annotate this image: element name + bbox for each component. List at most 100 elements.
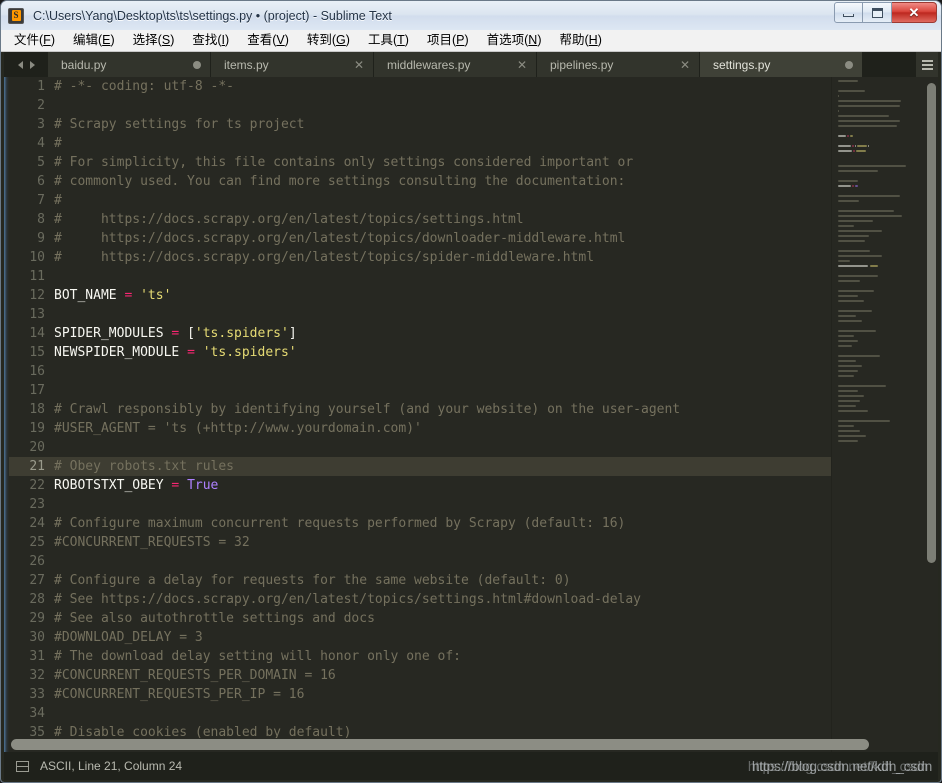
code-line[interactable]: 2: [9, 96, 831, 115]
tab-nav-arrows[interactable]: [4, 52, 48, 77]
code-line[interactable]: 15 NEWSPIDER_MODULE = 'ts.spiders': [9, 343, 831, 362]
close-icon: ✕: [908, 5, 920, 20]
code-line[interactable]: 19 #USER_AGENT = 'ts (+http://www.yourdom…: [9, 419, 831, 438]
status-text: ASCII, Line 21, Column 24: [40, 759, 183, 773]
line-number: 24: [29, 516, 45, 531]
tab-middlewares-py[interactable]: middlewares.py ✕: [374, 52, 537, 77]
code-line[interactable]: 11: [9, 267, 831, 286]
menu-item-1[interactable]: 文件(F): [5, 32, 64, 50]
menu-item-6[interactable]: 转到(G): [298, 32, 359, 50]
code-line[interactable]: 23: [9, 495, 831, 514]
menu-item-5[interactable]: 查看(V): [238, 32, 298, 50]
code-text: # For simplicity, this file contains onl…: [54, 155, 634, 170]
tab-close-icon[interactable]: ✕: [354, 59, 364, 71]
code-text: #CONCURRENT_REQUESTS_PER_IP = 16: [54, 687, 305, 702]
code-line[interactable]: 30 #DOWNLOAD_DELAY = 3: [9, 628, 831, 647]
maximize-icon: [871, 7, 883, 18]
code-line[interactable]: 16: [9, 362, 831, 381]
close-button[interactable]: ✕: [892, 2, 937, 23]
tab-close-icon[interactable]: ✕: [517, 59, 527, 71]
menu-item-8[interactable]: 项目(P): [418, 32, 478, 50]
code-line[interactable]: 26: [9, 552, 831, 571]
menu-item-10[interactable]: 帮助(H): [551, 32, 611, 50]
code-line[interactable]: 10 # https://docs.scrapy.org/en/latest/to…: [9, 248, 831, 267]
code-text: # Scrapy settings for ts project: [54, 117, 305, 132]
hamburger-menu-icon[interactable]: [916, 52, 938, 77]
minimap-scrollbar[interactable]: [927, 83, 936, 563]
code-line[interactable]: 21 # Obey robots.txt rules: [9, 457, 831, 476]
watermark-overlay: https://blog.csdn.net/kdh_csdn https://b…: [748, 758, 932, 774]
code-line[interactable]: 32 #CONCURRENT_REQUESTS_PER_DOMAIN = 16: [9, 666, 831, 685]
tab-label: settings.py: [713, 57, 771, 72]
menu-item-label: 工具(T): [367, 32, 409, 47]
code-line[interactable]: 24 # Configure maximum concurrent request…: [9, 514, 831, 533]
code-line[interactable]: 13: [9, 305, 831, 324]
line-number: 29: [29, 611, 45, 626]
code-line[interactable]: 9 # https://docs.scrapy.org/en/latest/top…: [9, 229, 831, 248]
line-number: 4: [37, 136, 45, 151]
code-line[interactable]: 8 # https://docs.scrapy.org/en/latest/top…: [9, 210, 831, 229]
code-line[interactable]: 31 # The download delay setting will hono…: [9, 647, 831, 666]
menu-item-9[interactable]: 首选项(N): [478, 32, 551, 50]
code-line[interactable]: 3 # Scrapy settings for ts project: [9, 115, 831, 134]
horizontal-scrollbar[interactable]: [9, 738, 869, 751]
menu-item-label: 首选项(N): [486, 32, 542, 47]
tab-label: baidu.py: [61, 57, 107, 72]
line-number: 22: [29, 478, 45, 493]
code-line[interactable]: 20: [9, 438, 831, 457]
minimap[interactable]: [831, 77, 938, 752]
code-line[interactable]: 28 # See https://docs.scrapy.org/en/lates…: [9, 590, 831, 609]
code-line[interactable]: 29 # See also autothrottle settings and d…: [9, 609, 831, 628]
line-number: 12: [29, 288, 45, 303]
code-line[interactable]: 27 # Configure a delay for requests for t…: [9, 571, 831, 590]
maximize-button[interactable]: [863, 2, 892, 23]
tab-close-icon[interactable]: ✕: [680, 59, 690, 71]
line-number: 28: [29, 592, 45, 607]
code-line[interactable]: 17: [9, 381, 831, 400]
line-number: 27: [29, 573, 45, 588]
code-line[interactable]: 34: [9, 704, 831, 723]
code-view[interactable]: 1 # -*- coding: utf-8 -*- 2 3 # Scrapy setti…: [9, 77, 831, 752]
menu-item-2[interactable]: 编辑(E): [64, 32, 124, 50]
code-line[interactable]: 14 SPIDER_MODULES = ['ts.spiders']: [9, 324, 831, 343]
menu-item-7[interactable]: 工具(T): [359, 32, 418, 50]
menu-item-label: 查找(I): [192, 32, 230, 47]
tab-bar: baidu.py items.py ✕ middlewares.py ✕ pipeline…: [4, 52, 938, 77]
code-text: # commonly used. You can find more setti…: [54, 174, 626, 189]
code-line[interactable]: 12 BOT_NAME = 'ts': [9, 286, 831, 305]
code-line[interactable]: 5 # For simplicity, this file contains on…: [9, 153, 831, 172]
code-text: SPIDER_MODULES = ['ts.spiders']: [54, 326, 297, 341]
horizontal-scrollbar-thumb[interactable]: [11, 739, 869, 750]
menu-item-3[interactable]: 选择(S): [124, 32, 184, 50]
code-line[interactable]: 4 #: [9, 134, 831, 153]
line-number: 6: [37, 174, 45, 189]
line-number: 9: [37, 231, 45, 246]
tab-pipelines-py[interactable]: pipelines.py ✕: [537, 52, 700, 77]
code-text: #: [54, 136, 62, 151]
tab-settings-py[interactable]: settings.py: [700, 52, 863, 77]
line-number: 25: [29, 535, 45, 550]
menu-item-label: 查看(V): [247, 32, 289, 47]
tab-dirty-dot-icon[interactable]: [845, 60, 853, 69]
panel-toggle-icon[interactable]: [16, 760, 29, 772]
chevron-left-icon[interactable]: [17, 60, 23, 69]
code-line[interactable]: 18 # Crawl responsibly by identifying you…: [9, 400, 831, 419]
code-line[interactable]: 22 ROBOTSTXT_OBEY = True: [9, 476, 831, 495]
editor-pane[interactable]: 1 # -*- coding: utf-8 -*- 2 3 # Scrapy setti…: [4, 77, 938, 752]
code-line[interactable]: 25 #CONCURRENT_REQUESTS = 32: [9, 533, 831, 552]
watermark-shadow: https://blog.csdn.net/kdh_csdn: [747, 758, 928, 774]
tab-dirty-dot-icon[interactable]: [193, 60, 201, 69]
code-line[interactable]: 1 # -*- coding: utf-8 -*-: [9, 77, 831, 96]
minimap-line: [838, 439, 924, 444]
tab-baidu-py[interactable]: baidu.py: [48, 52, 211, 77]
code-line[interactable]: 7 #: [9, 191, 831, 210]
code-line[interactable]: 6 # commonly used. You can find more sett…: [9, 172, 831, 191]
menu-item-4[interactable]: 查找(I): [183, 32, 238, 50]
tab-label: middlewares.py: [387, 57, 471, 72]
window-controls: ✕: [834, 2, 937, 23]
code-line[interactable]: 33 #CONCURRENT_REQUESTS_PER_IP = 16: [9, 685, 831, 704]
line-number: 23: [29, 497, 45, 512]
tab-items-py[interactable]: items.py ✕: [211, 52, 374, 77]
minimize-button[interactable]: [834, 2, 863, 23]
chevron-right-icon[interactable]: [29, 60, 35, 69]
